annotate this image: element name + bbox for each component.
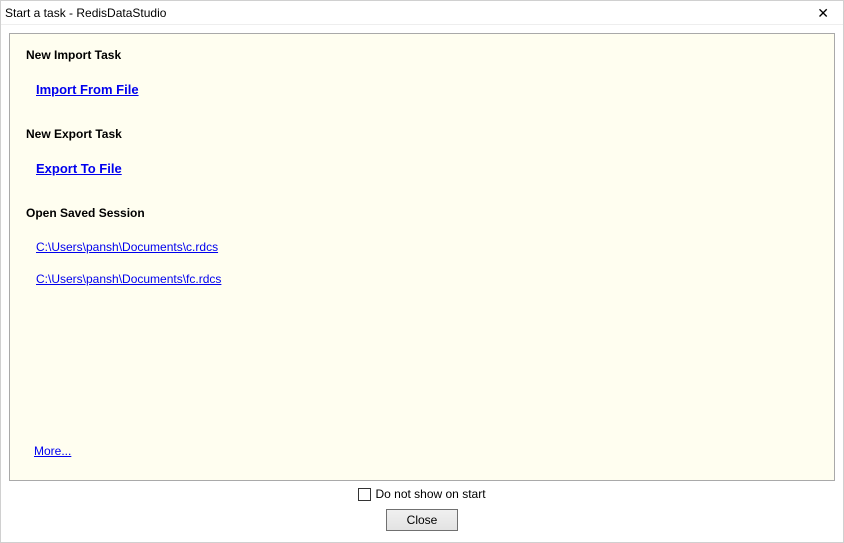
import-from-file-link[interactable]: Import From File <box>36 82 139 97</box>
session-link[interactable]: C:\Users\pansh\Documents\fc.rdcs <box>36 272 818 286</box>
session-link[interactable]: C:\Users\pansh\Documents\c.rdcs <box>36 240 818 254</box>
dialog-footer: Do not show on start Close <box>1 487 843 531</box>
dont-show-checkbox-row[interactable]: Do not show on start <box>358 487 485 501</box>
export-section-header: New Export Task <box>26 127 818 141</box>
saved-session-header: Open Saved Session <box>26 206 818 220</box>
window-title: Start a task - RedisDataStudio <box>5 6 166 20</box>
dont-show-label[interactable]: Do not show on start <box>375 487 485 501</box>
more-link[interactable]: More... <box>34 444 71 458</box>
export-to-file-link[interactable]: Export To File <box>36 161 122 176</box>
title-bar: Start a task - RedisDataStudio ✕ <box>1 1 843 25</box>
content-panel: New Import Task Import From File New Exp… <box>9 33 835 481</box>
close-button[interactable]: Close <box>386 509 458 531</box>
import-section-header: New Import Task <box>26 48 818 62</box>
close-icon[interactable]: ✕ <box>807 4 839 22</box>
dont-show-checkbox[interactable] <box>358 488 371 501</box>
